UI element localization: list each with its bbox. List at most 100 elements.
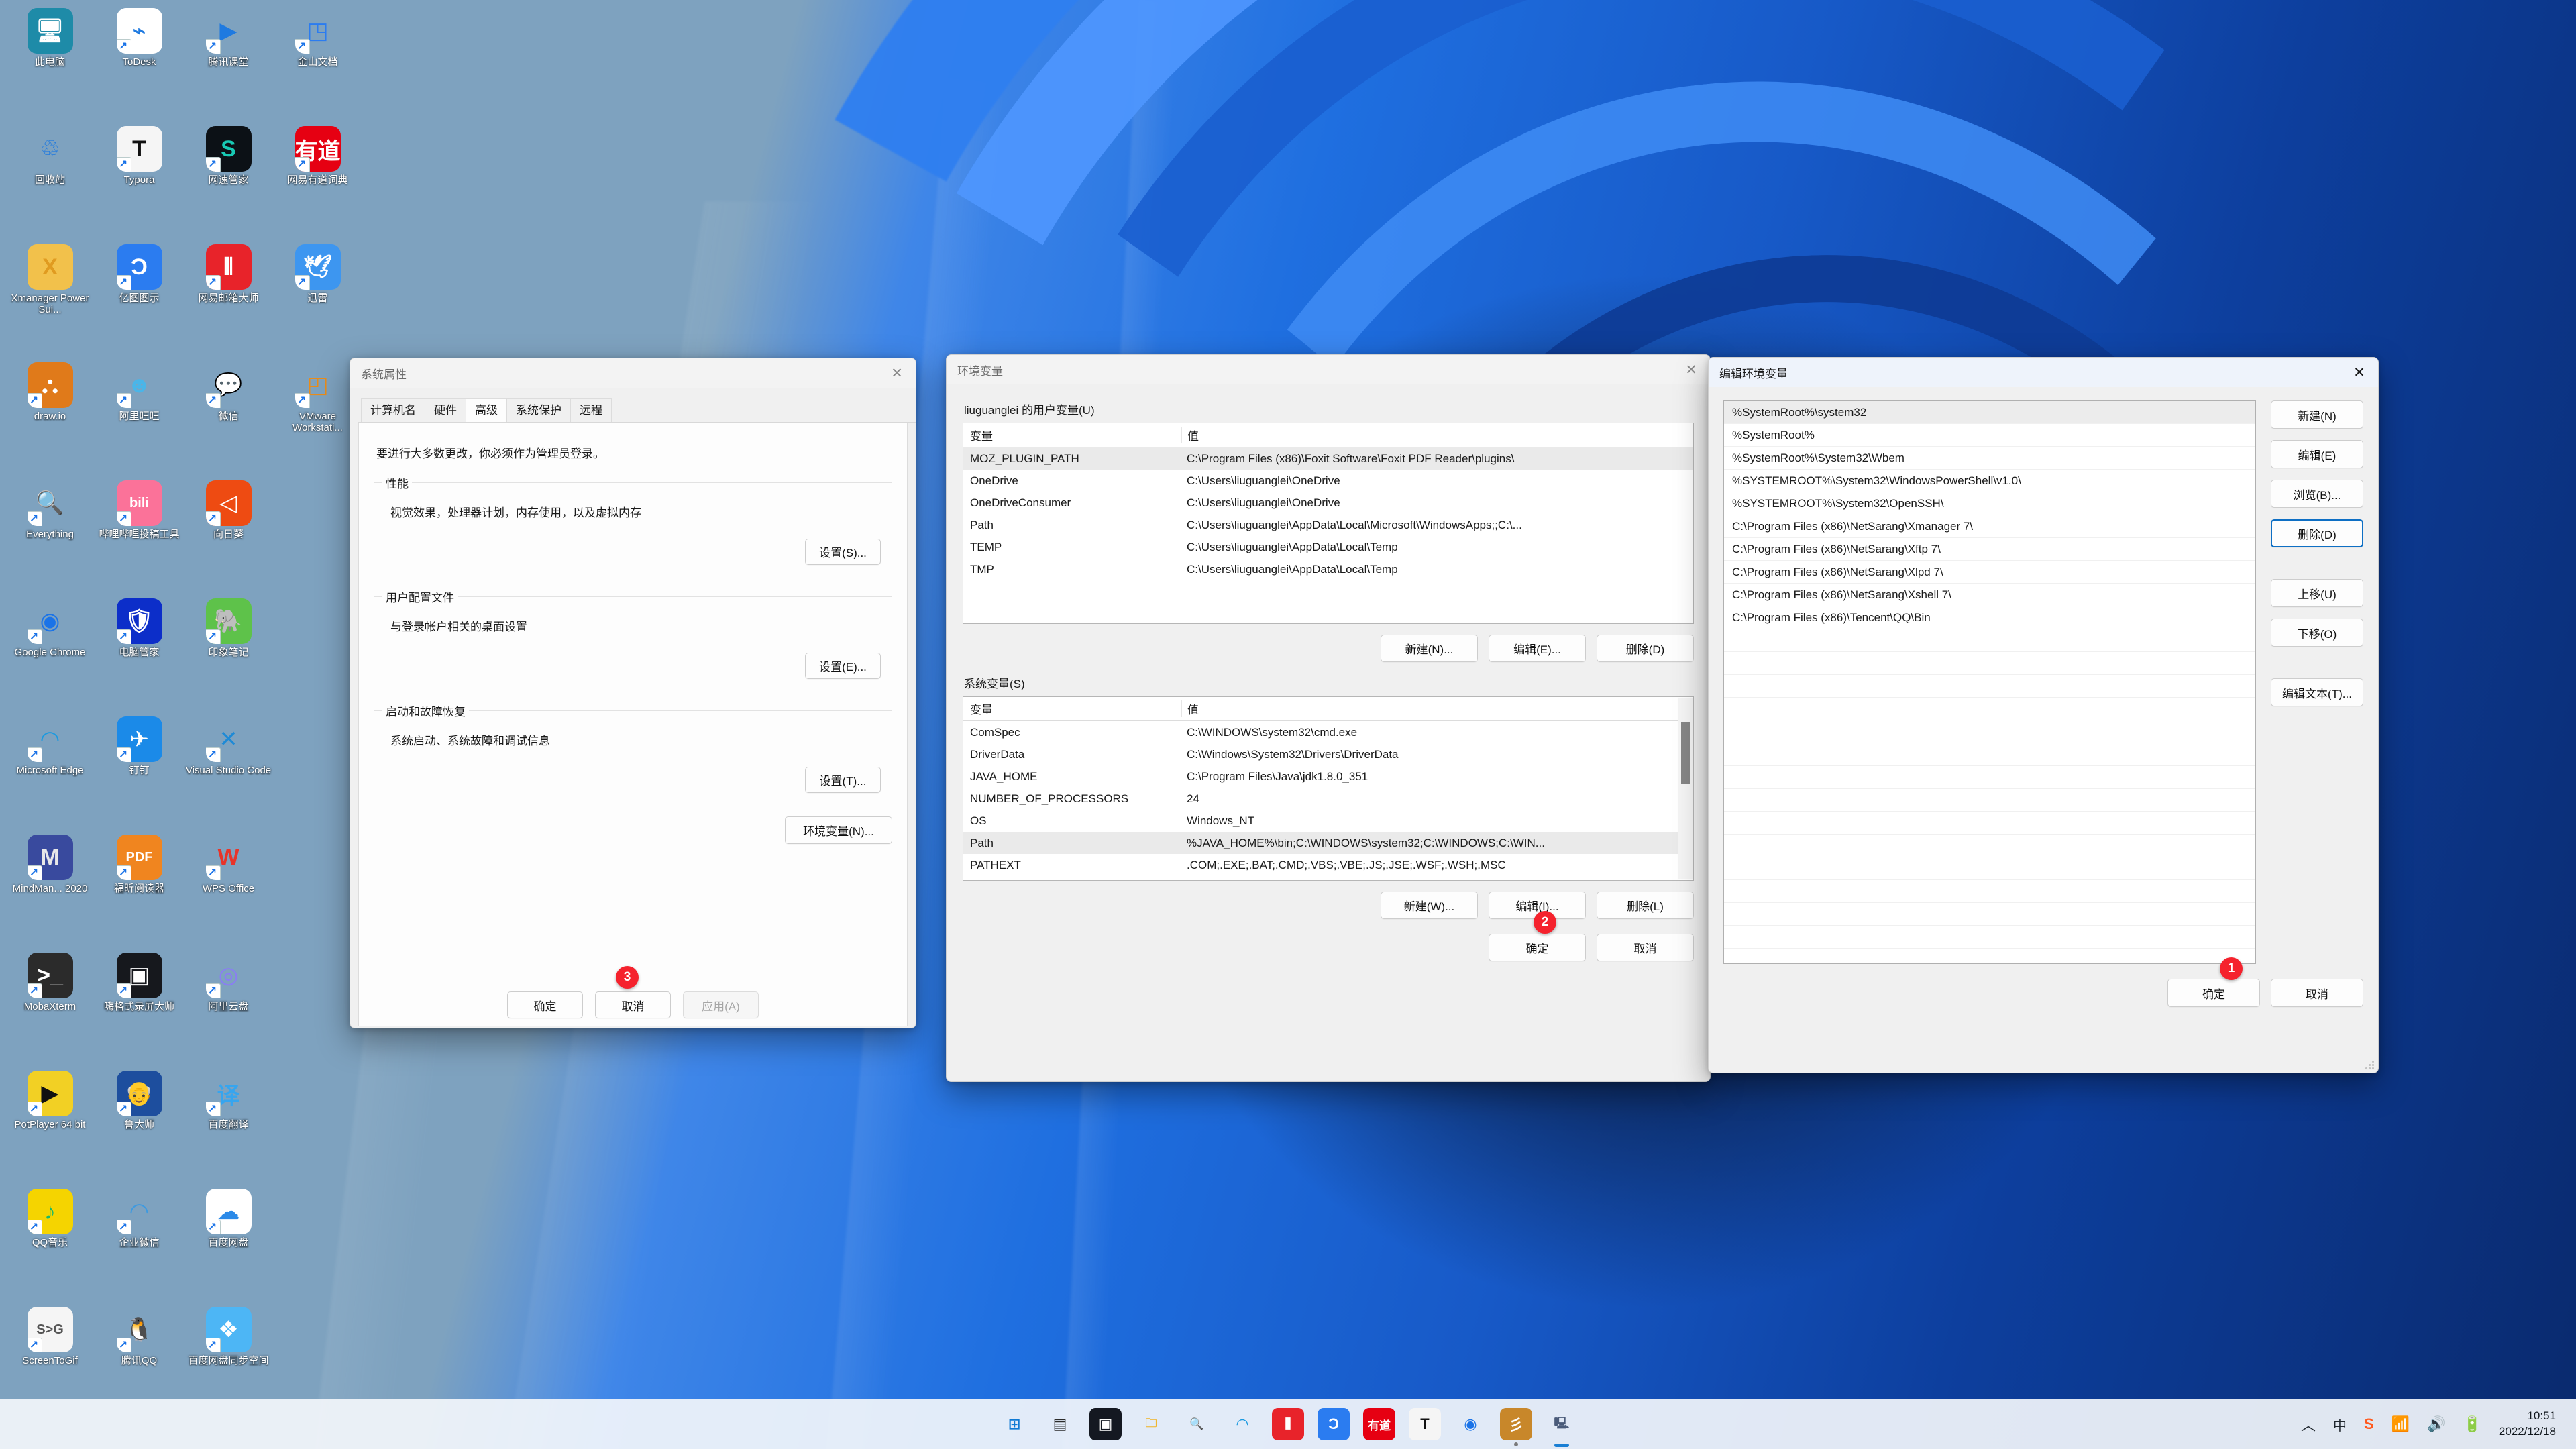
resize-grip-icon[interactable] [2365,1060,2374,1069]
taskbar-everything-search-icon[interactable]: 🔍 [1181,1408,1213,1440]
user-edit-button[interactable]: 编辑(E)... [1489,635,1586,662]
environment-variables-button[interactable]: 环境变量(N)... [785,816,892,844]
desktop-icon-wps-office-icon[interactable]: W ↗ WPS Office [184,835,273,953]
desktop-icon-wechat-icon[interactable]: 💬 ↗ 微信 [184,362,273,480]
desktop-icon-this-pc-icon[interactable]: 🖥 此电脑 [5,8,95,126]
path-entry-row[interactable]: %SYSTEMROOT%\System32\OpenSSH\ [1724,492,2255,515]
table-row[interactable]: OS Windows_NT [963,810,1693,832]
taskbar-netease-mail-icon[interactable]: ⦀ [1272,1408,1304,1440]
desktop-icon-qq-music-icon[interactable]: ♪ ↗ QQ音乐 [5,1189,95,1307]
path-entry-row[interactable]: C:\Program Files (x86)\NetSarang\Xmanage… [1724,515,2255,538]
sysprops-ok-button[interactable]: 确定 [507,991,583,1018]
taskbar-task-view-button[interactable]: ▤ [1044,1408,1076,1440]
table-row[interactable]: OneDriveConsumer C:\Users\liuguanglei\One… [963,492,1693,514]
path-entry-row-empty[interactable] [1724,835,2255,857]
taskbar-edge-icon[interactable]: ◠ [1226,1408,1258,1440]
sysprops-cancel-button[interactable]: 取消 [595,991,671,1018]
table-row[interactable]: Path %JAVA_HOME%\bin;C:\WINDOWS\system32;… [963,832,1693,854]
tab-0[interactable]: 计算机名 [361,398,425,422]
desktop-icon-xmanager-folder-icon[interactable]: X Xmanager Power Sui... [5,244,95,362]
path-entry-row-empty[interactable] [1724,857,2255,880]
path-entry-row-empty[interactable] [1724,698,2255,720]
path-entry-row[interactable]: %SystemRoot%\system32 [1724,401,2255,424]
sogou-ime-icon[interactable]: S [2364,1415,2374,1433]
user-delete-button[interactable]: 删除(D) [1597,635,1694,662]
path-entry-row-empty[interactable] [1724,720,2255,743]
startup-recovery-settings-button[interactable]: 设置(T)... [805,767,881,793]
desktop-icon-kingsoft-docs-icon[interactable]: ◳ ↗ 金山文档 [273,8,362,126]
system-variables-scrollbar[interactable] [1678,698,1693,879]
close-icon[interactable]: ✕ [878,358,916,388]
system-variables-listbox[interactable]: 变量 值 ComSpec C:\WINDOWS\system32\cmd.exe D… [963,696,1694,881]
close-icon[interactable]: ✕ [1672,355,1710,384]
desktop-icon-baidu-translate-icon[interactable]: 译 ↗ 百度翻译 [184,1071,273,1189]
desktop-icon-tencent-classroom-icon[interactable]: ▶ ↗ 腾讯课堂 [184,8,273,126]
path-entry-row-empty[interactable] [1724,880,2255,903]
desktop-icon-edge-icon[interactable]: ◠ ↗ Microsoft Edge [5,716,95,835]
desktop-icon-pc-manager-icon[interactable]: 🛡 ↗ 电脑管家 [95,598,184,716]
tab-2[interactable]: 高级 [466,398,507,422]
desktop-icon-drawio-icon[interactable]: ⛬ ↗ draw.io [5,362,95,480]
path-entry-row[interactable]: C:\Program Files (x86)\Tencent\QQ\Bin [1724,606,2255,629]
desktop-icon-todesk-icon[interactable]: ⌁ ↗ ToDesk [95,8,184,126]
path-entry-row-empty[interactable] [1724,903,2255,926]
volume-icon[interactable]: 🔊 [2427,1415,2445,1433]
desktop-icon-youdao-dict-icon[interactable]: 有道 ↗ 网易有道词典 [273,126,362,244]
desktop-icon-mindmanager-icon[interactable]: M ↗ MindMan... 2020 [5,835,95,953]
user-profiles-settings-button[interactable]: 设置(E)... [805,653,881,679]
show-hidden-icons-button[interactable]: ︿ [2301,1413,2316,1435]
environment-variables-window[interactable]: 环境变量 ✕ liuguanglei 的用户变量(U) 变量 值 MOZ_PLU… [946,354,1711,1082]
desktop-icon-aliyun-drive-icon[interactable]: ◎ ↗ 阿里云盘 [184,953,273,1071]
taskbar-youdao-dict-icon[interactable]: 有道 [1363,1408,1395,1440]
table-row[interactable]: OneDrive C:\Users\liuguanglei\OneDrive [963,470,1693,492]
desktop-icon-ludashi-icon[interactable]: 👴 ↗ 鲁大师 [95,1071,184,1189]
move-up-button[interactable]: 上移(U) [2271,579,2363,607]
envvars-ok-button[interactable]: 确定 [1489,934,1586,961]
browse-button[interactable]: 浏览(B)... [2271,480,2363,508]
table-row[interactable]: DriverData C:\Windows\System32\Drivers\Dr… [963,743,1693,765]
desktop-icon-dingtalk-icon[interactable]: ✈ ↗ 钉钉 [95,716,184,835]
tab-3[interactable]: 系统保护 [506,398,571,422]
envvars-cancel-button[interactable]: 取消 [1597,934,1694,961]
desktop-icon-edraw-icon[interactable]: Ɔ ↗ 亿图图示 [95,244,184,362]
edit-text-button[interactable]: 编辑文本(T)... [2271,678,2363,706]
user-variables-listbox[interactable]: 变量 值 MOZ_PLUGIN_PATH C:\Program Files (x8… [963,423,1694,624]
desktop-icon-typora-icon[interactable]: T ↗ Typora [95,126,184,244]
scrollbar-thumb[interactable] [1681,722,1690,784]
desktop-icon-recycle-bin-icon[interactable]: ♲ 回收站 [5,126,95,244]
close-icon[interactable]: ✕ [2341,358,2378,387]
path-entry-row-empty[interactable] [1724,812,2255,835]
table-row[interactable]: NUMBER_OF_PROCESSORS 24 [963,788,1693,810]
table-row[interactable]: Path C:\Users\liuguanglei\AppData\Local\M… [963,514,1693,536]
desktop-icon-baidu-netdisk-icon[interactable]: ☁ ↗ 百度网盘 [184,1189,273,1307]
path-entry-row-empty[interactable] [1724,789,2255,812]
path-entry-row-empty[interactable] [1724,675,2255,698]
taskbar-start-button[interactable]: ⊞ [998,1408,1030,1440]
system-new-button[interactable]: 新建(W)... [1381,892,1478,919]
table-row[interactable]: PROCESSOR_ARCHITECTUREAMD64 [963,876,1693,880]
taskbar-typora-icon[interactable]: T [1409,1408,1441,1440]
desktop-icon-vscode-icon[interactable]: ✕ ↗ Visual Studio Code [184,716,273,835]
table-row[interactable]: ComSpec C:\WINDOWS\system32\cmd.exe [963,721,1693,743]
taskbar-clock[interactable]: 10:51 2022/12/18 [2499,1409,2556,1440]
desktop-icon-higeshi-recorder-icon[interactable]: ▣ ↗ 嗨格式录屏大师 [95,953,184,1071]
battery-icon[interactable]: 🔋 [2463,1415,2481,1433]
desktop-icon-chrome-icon[interactable]: ◉ ↗ Google Chrome [5,598,95,716]
table-row[interactable]: PATHEXT .COM;.EXE;.BAT;.CMD;.VBS;.VBE;.JS… [963,854,1693,876]
performance-settings-button[interactable]: 设置(S)... [805,539,881,565]
path-entry-row[interactable]: C:\Program Files (x86)\NetSarang\Xftp 7\ [1724,538,2255,561]
desktop-icon-mobaxterm-icon[interactable]: >_ ↗ MobaXterm [5,953,95,1071]
path-entry-row[interactable]: %SystemRoot%\System32\Wbem [1724,447,2255,470]
editvar-cancel-button[interactable]: 取消 [2271,979,2363,1007]
table-row[interactable]: JAVA_HOME C:\Program Files\Java\jdk1.8.0_… [963,765,1693,788]
path-entry-row[interactable]: C:\Program Files (x86)\NetSarang\Xlpd 7\ [1724,561,2255,584]
desktop-icon-netspeed-manager-icon[interactable]: S ↗ 网速管家 [184,126,273,244]
wifi-icon[interactable]: 📶 [2392,1415,2410,1433]
taskbar-system-properties-taskbar-icon[interactable]: 🖳 [1546,1408,1578,1447]
table-row[interactable]: MOZ_PLUGIN_PATH C:\Program Files (x86)\Fo… [963,447,1693,470]
table-row[interactable]: TMP C:\Users\liuguanglei\AppData\Local\Te… [963,558,1693,580]
taskbar-widgets-camera-icon[interactable]: ▣ [1089,1408,1122,1440]
taskbar-file-explorer-icon[interactable]: 🗀 [1135,1408,1167,1440]
taskbar-sogou-pinyin-icon[interactable]: 彡 [1500,1408,1532,1446]
desktop-icon-wecom-icon[interactable]: ◠ ↗ 企业微信 [95,1189,184,1307]
